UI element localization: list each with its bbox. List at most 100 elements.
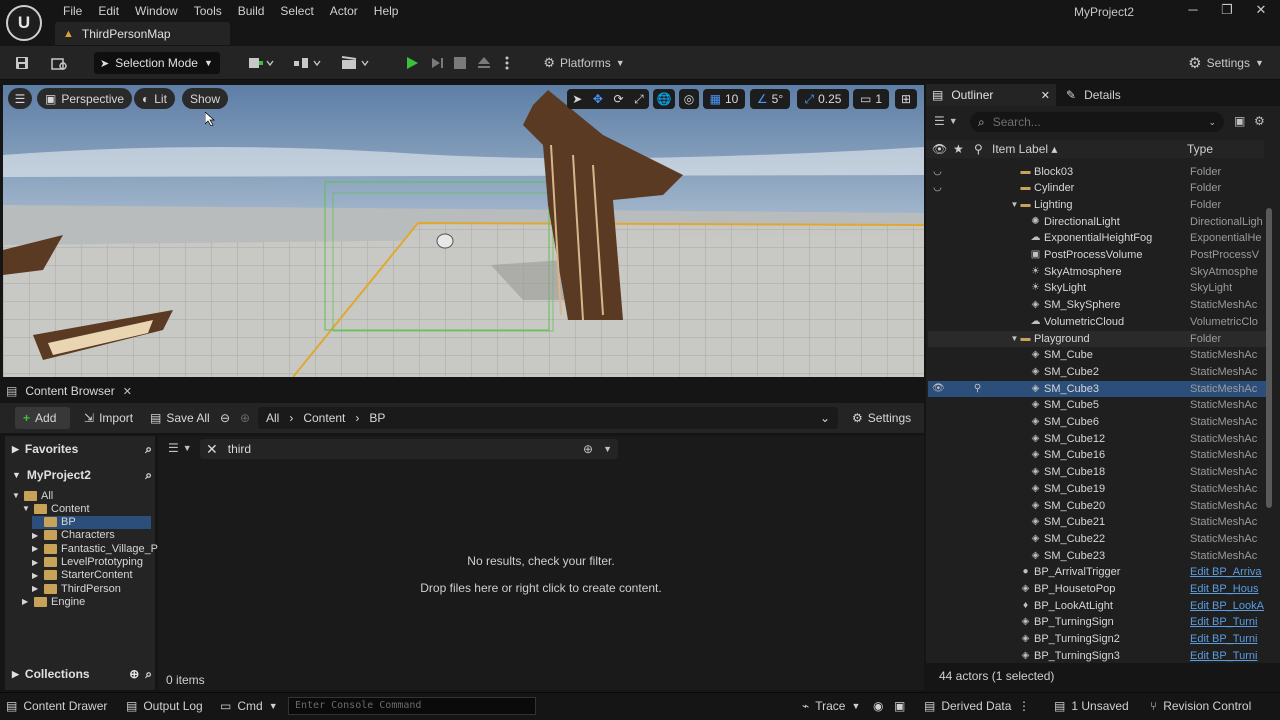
outliner-row[interactable]: ◈ SM_Cube20 StaticMeshAc: [928, 498, 1268, 515]
visibility-icon[interactable]: ◡: [932, 182, 943, 193]
favorites-header[interactable]: ▶ Favorites ⌕: [12, 441, 152, 457]
tree-folder[interactable]: BP: [32, 515, 151, 529]
gear-icon[interactable]: ⚙: [1254, 114, 1265, 128]
chevron-right-icon[interactable]: ▶: [32, 531, 40, 540]
outliner-scrollbar[interactable]: [1266, 208, 1272, 508]
type-column[interactable]: Type: [1187, 142, 1213, 156]
tree-folder[interactable]: ▶ Characters: [32, 529, 115, 542]
save-all-button[interactable]: ▤ Save All: [150, 407, 210, 429]
output-log-button[interactable]: ▤ Output Log: [126, 698, 203, 714]
trace-dropdown[interactable]: ⌁ Trace ▼: [802, 698, 860, 714]
collections-header[interactable]: ▶ Collections ⊕ ⌕: [12, 666, 152, 682]
outliner-row[interactable]: ☀ SkyLight SkyLight: [928, 280, 1268, 297]
outliner-row[interactable]: ◈ SM_Cube5 StaticMeshAc: [928, 397, 1268, 414]
blueprint-menu-button[interactable]: [290, 52, 324, 74]
tree-folder[interactable]: ▶ Engine: [22, 595, 85, 608]
level-viewport[interactable]: [3, 85, 924, 377]
outliner-row[interactable]: ◈ SM_Cube2 StaticMeshAc: [928, 364, 1268, 381]
item-label-column[interactable]: Item Label ▴: [992, 142, 1057, 156]
outliner-row[interactable]: ◈ SM_Cube16 StaticMeshAc: [928, 447, 1268, 464]
filter-dropdown[interactable]: ☰ ▼: [168, 441, 192, 455]
outliner-row[interactable]: ▼ ▬ Lighting Folder: [928, 197, 1268, 214]
select-tool-icon[interactable]: ➤: [572, 92, 582, 106]
visibility-icon[interactable]: 👁: [932, 142, 947, 156]
outliner-row[interactable]: ◈ BP_TurningSign2 Edit BP_Turni: [928, 631, 1268, 648]
tab-content-browser[interactable]: ▤ Content Browser ✕: [6, 384, 132, 398]
outliner-row[interactable]: ◈ SM_Cube6 StaticMeshAc: [928, 414, 1268, 431]
chevron-down-icon[interactable]: ▼: [12, 491, 20, 500]
outliner-row[interactable]: ◈ SM_Cube21 StaticMeshAc: [928, 514, 1268, 531]
breadcrumb-all[interactable]: All: [266, 411, 279, 425]
outliner-row[interactable]: ☁ VolumetricCloud VolumetricClo: [928, 314, 1268, 331]
outliner-row[interactable]: ◡ ▬ Block03 Folder: [928, 164, 1268, 181]
outliner-row[interactable]: ◈ SM_Cube23 StaticMeshAc: [928, 548, 1268, 565]
outliner-row[interactable]: ◈ SM_Cube StaticMeshAc: [928, 347, 1268, 364]
scale-tool-icon[interactable]: ⤢: [634, 92, 644, 107]
outliner-row[interactable]: ◡ ▬ Cylinder Folder: [928, 180, 1268, 197]
outliner-row[interactable]: ♦ BP_LookAtLight Edit BP_LookA: [928, 598, 1268, 615]
content-folder-icon[interactable]: [48, 52, 70, 74]
clear-filter-icon[interactable]: ✕: [206, 441, 218, 458]
filter-search-box[interactable]: ✕ third ⊕ ▼: [200, 439, 618, 459]
chevron-right-icon[interactable]: ▶: [32, 544, 40, 553]
cinematics-button[interactable]: [338, 52, 372, 74]
scale-snap-button[interactable]: ⤢ 0.25: [797, 89, 849, 109]
search-icon[interactable]: ⌕: [145, 442, 152, 457]
new-folder-icon[interactable]: ▣: [1234, 114, 1245, 128]
edit-blueprint-link[interactable]: Edit BP_Turni: [1190, 633, 1266, 645]
stop-icon[interactable]: [450, 52, 470, 74]
rotate-tool-icon[interactable]: ⟳: [613, 92, 623, 106]
breadcrumb-bp[interactable]: BP: [369, 411, 385, 425]
chevron-down-icon[interactable]: ▼: [1009, 199, 1020, 210]
tab-details[interactable]: ✎ Details: [1066, 84, 1121, 106]
visibility-icon[interactable]: ◡: [932, 166, 943, 177]
outliner-row[interactable]: ☀ SkyAtmosphere SkyAtmosphe: [928, 264, 1268, 281]
history-back-icon[interactable]: ⊖: [220, 407, 230, 429]
outliner-row[interactable]: ▣ PostProcessVolume PostProcessV: [928, 247, 1268, 264]
menu-tools[interactable]: Tools: [186, 3, 230, 19]
pin-icon[interactable]: ⚲: [972, 383, 983, 394]
breadcrumb-content[interactable]: Content: [303, 411, 345, 425]
add-collection-icon[interactable]: ⊕: [129, 667, 139, 681]
more-options-icon[interactable]: ⋮: [1018, 698, 1030, 714]
tree-folder[interactable]: ▼ All: [12, 489, 53, 502]
edit-blueprint-link[interactable]: Edit BP_LookA: [1190, 600, 1266, 612]
perspective-button[interactable]: ▣ Perspective: [37, 88, 133, 109]
edit-blueprint-link[interactable]: Edit BP_Turni: [1190, 650, 1266, 662]
chevron-right-icon[interactable]: ▶: [32, 558, 40, 567]
more-options-icon[interactable]: [500, 52, 514, 74]
edit-blueprint-link[interactable]: Edit BP_Hous: [1190, 583, 1266, 595]
settings-button[interactable]: ⚙ Settings ▼: [1186, 52, 1266, 74]
chevron-down-icon[interactable]: ▼: [22, 504, 30, 513]
eject-icon[interactable]: [474, 52, 494, 74]
chevron-down-icon[interactable]: ▼: [1009, 333, 1020, 344]
maximize-viewport-icon[interactable]: ⊞: [895, 89, 917, 109]
outliner-row[interactable]: ◈ BP_HousetoPop Edit BP_Hous: [928, 581, 1268, 598]
outliner-row[interactable]: ☁ ExponentialHeightFog ExponentialHe: [928, 230, 1268, 247]
menu-actor[interactable]: Actor: [322, 3, 366, 19]
menu-window[interactable]: Window: [127, 3, 186, 19]
chevron-right-icon[interactable]: ▶: [32, 571, 40, 580]
outliner-filter-dropdown[interactable]: ☰ ▼: [934, 114, 958, 128]
outliner-row[interactable]: ✺ DirectionalLight DirectionalLigh: [928, 214, 1268, 231]
minimize-button[interactable]: ─: [1176, 2, 1210, 20]
menu-help[interactable]: Help: [366, 3, 407, 19]
unreal-logo-icon[interactable]: U: [6, 5, 42, 41]
unsaved-button[interactable]: ▤ 1 Unsaved: [1054, 698, 1129, 714]
surface-snap-icon[interactable]: ◎: [679, 89, 699, 109]
tree-folder[interactable]: ▶ Fantastic_Village_P: [32, 542, 158, 555]
outliner-row[interactable]: ▼ ▬ Playground Folder: [928, 330, 1268, 348]
star-icon[interactable]: ★: [953, 142, 964, 156]
project-header[interactable]: ▼ MyProject2 ⌕: [12, 467, 152, 483]
platforms-button[interactable]: ⚙ Platforms ▼: [540, 52, 628, 74]
derived-data-button[interactable]: ▤ Derived Data: [924, 698, 1011, 714]
camera-speed-button[interactable]: ▭ 1: [853, 89, 889, 109]
tree-folder[interactable]: ▶ ThirdPerson: [32, 582, 121, 595]
import-button[interactable]: ⇲ Import: [84, 407, 133, 429]
add-actor-button[interactable]: [244, 52, 278, 74]
add-button[interactable]: + Add: [15, 407, 70, 429]
play-icon[interactable]: [401, 52, 423, 74]
visibility-icon[interactable]: 👁: [932, 383, 945, 394]
pin-icon[interactable]: ⚲: [974, 142, 983, 156]
viewport-menu-button[interactable]: ☰: [8, 88, 32, 109]
